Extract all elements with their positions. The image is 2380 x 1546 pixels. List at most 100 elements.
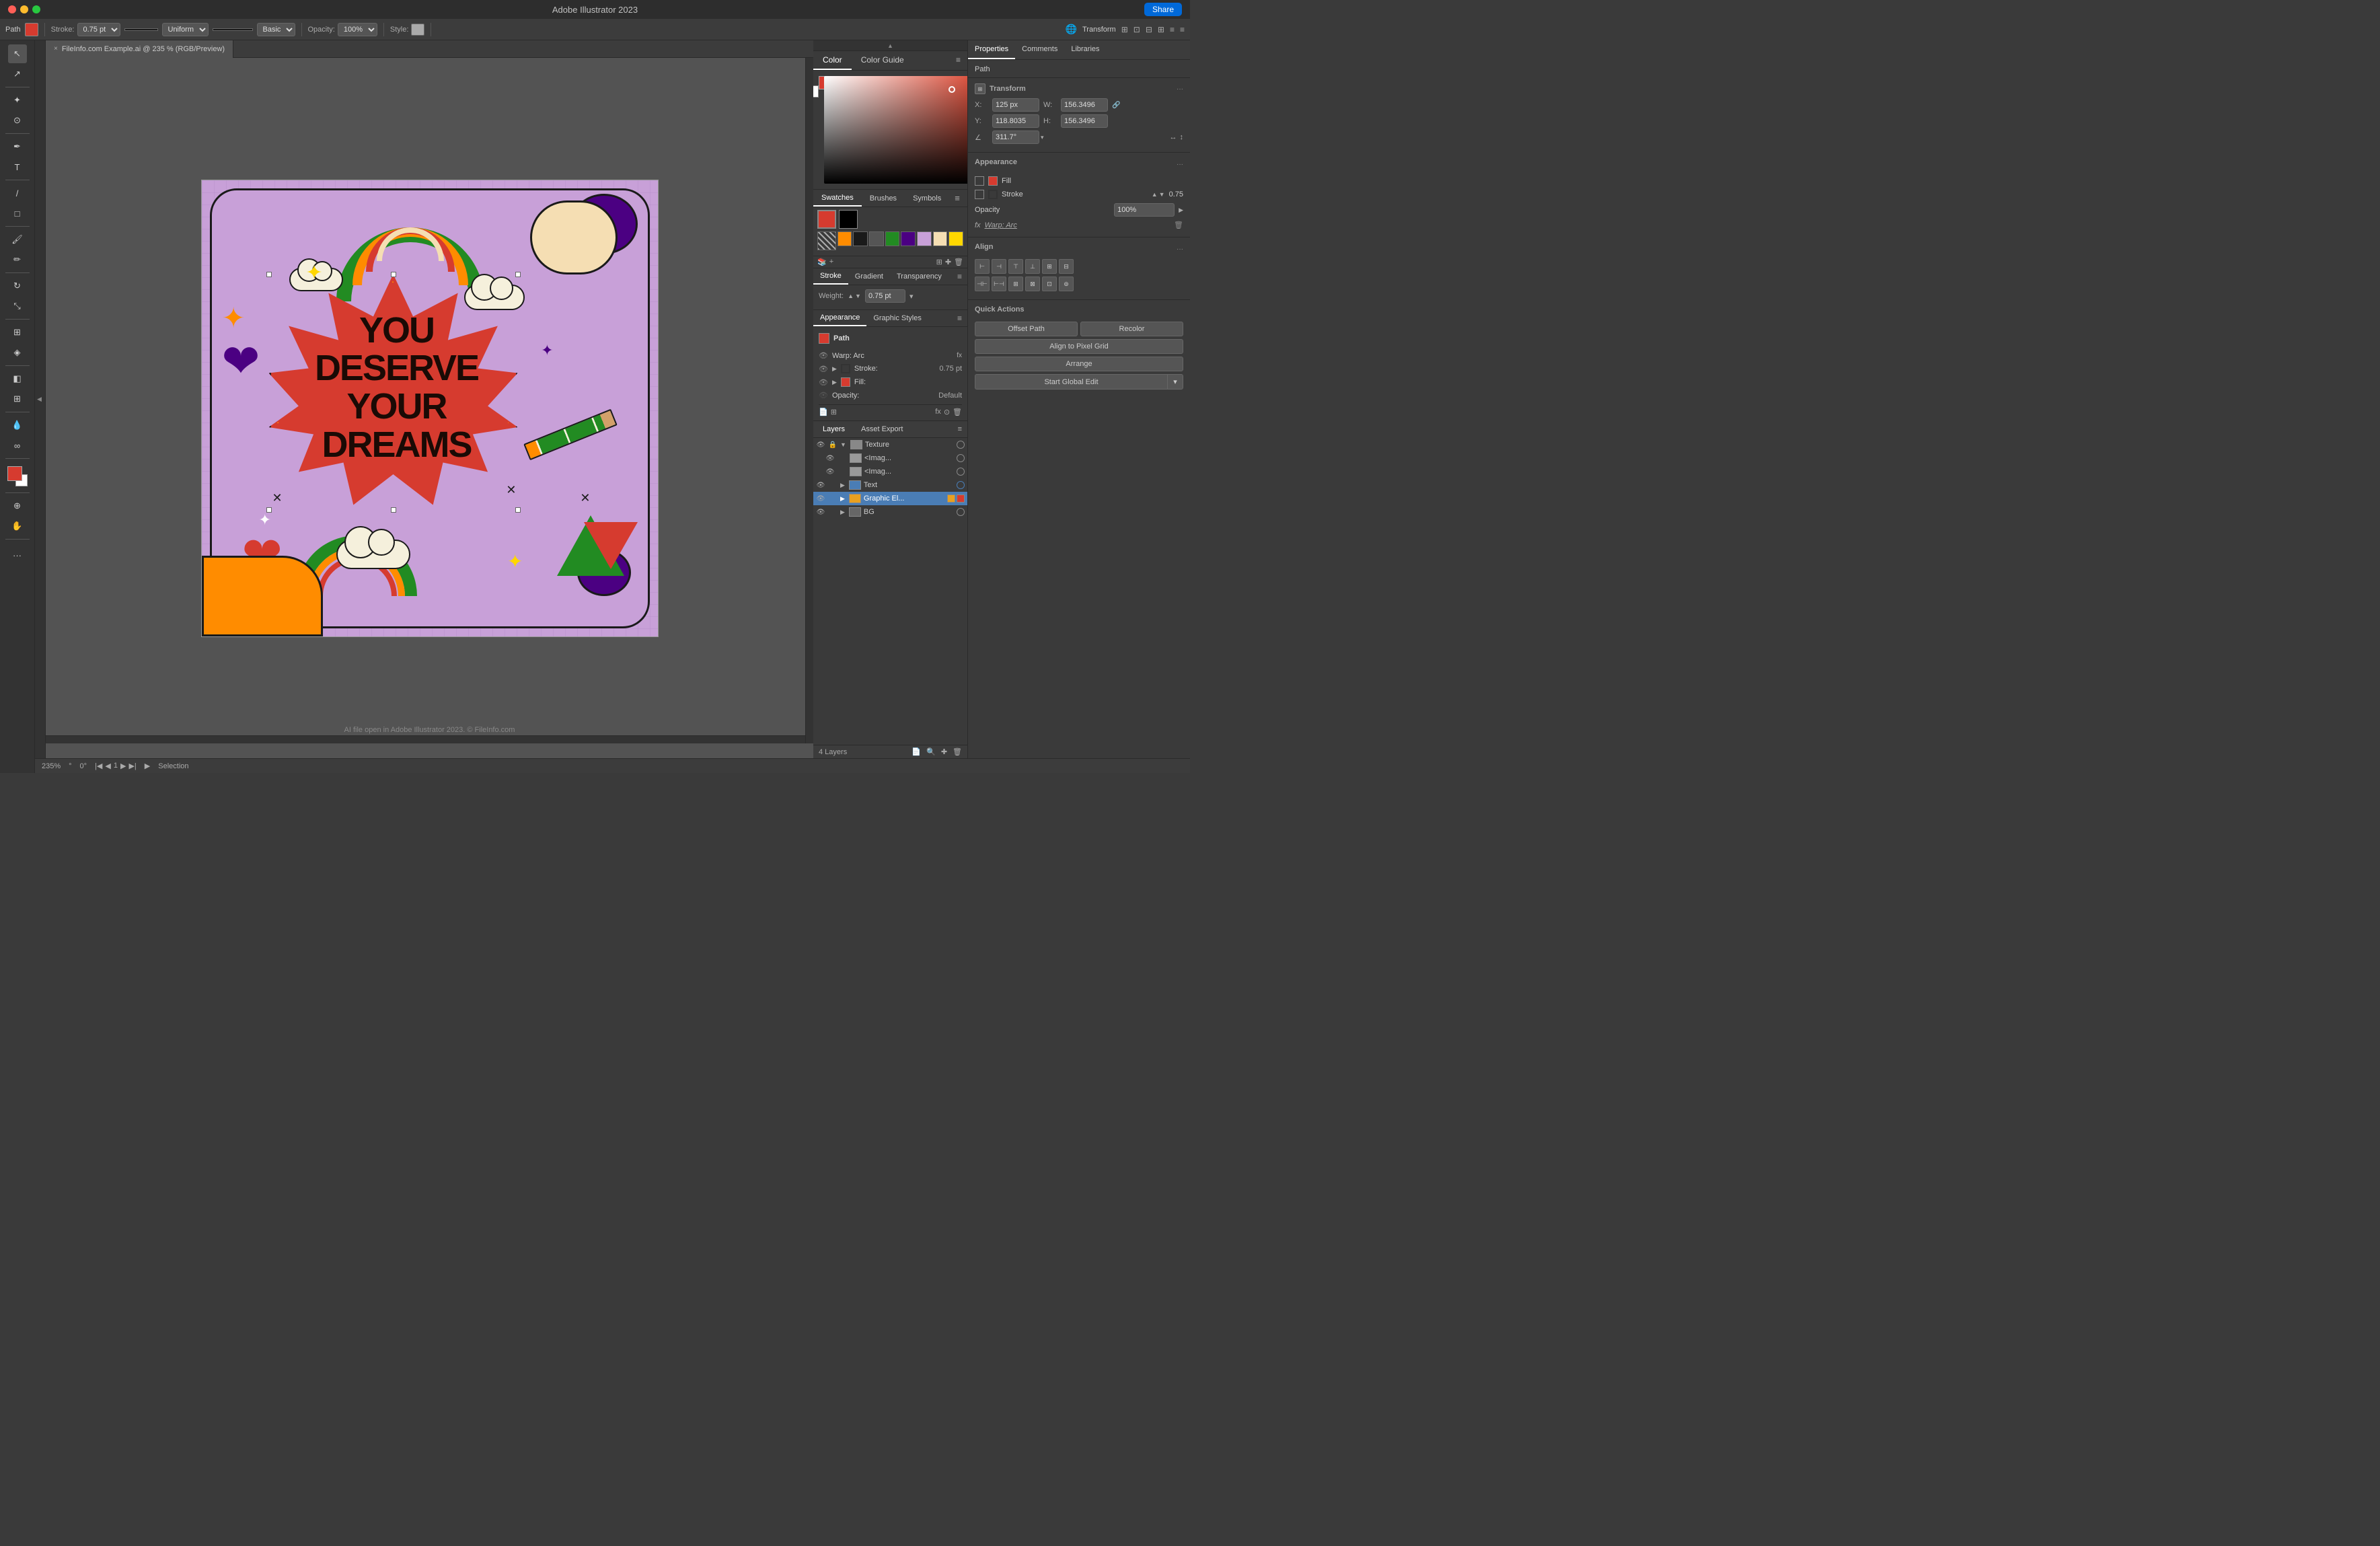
layer-texture[interactable]: 👁 🔒 ▼ Texture (813, 438, 967, 451)
distribute-right[interactable]: ⊞ (1008, 277, 1023, 291)
nav-prev[interactable]: ◀ (105, 762, 110, 770)
layer-bg[interactable]: 👁 🔒 ▶ BG (813, 505, 967, 519)
selection-tool[interactable]: ↖ (8, 44, 27, 63)
stroke-select[interactable]: 0.75 pt (77, 23, 120, 36)
scale-tool[interactable]: ⤡ (8, 297, 27, 316)
align-pixel-grid-button[interactable]: Align to Pixel Grid (975, 339, 1183, 354)
distribute-bottom[interactable]: ⊚ (1059, 277, 1074, 291)
play-button[interactable]: ▶ (145, 762, 150, 770)
align-left[interactable]: ⊢ (975, 259, 990, 274)
eyedropper-tool[interactable]: 💧 (8, 416, 27, 435)
angle-dropdown[interactable]: ▾ (1041, 134, 1044, 141)
distribute-center-h[interactable]: ⊢⊣ (992, 277, 1006, 291)
tab-transparency[interactable]: Transparency (890, 269, 949, 284)
nav-next[interactable]: ▶ (120, 762, 126, 770)
w-input[interactable] (1061, 98, 1108, 112)
swatches-add-icon[interactable]: ✚ (945, 258, 951, 266)
appear-fx-btn[interactable]: fx (935, 408, 941, 416)
appear-opacity-eye[interactable]: 👁 (819, 391, 828, 400)
weight-dropdown[interactable]: ▾ (909, 292, 914, 301)
tab-appearance[interactable]: Appearance (813, 310, 866, 326)
maximize-button[interactable] (32, 5, 40, 13)
tab-close[interactable]: × (54, 45, 58, 52)
close-button[interactable] (8, 5, 16, 13)
warp-delete-icon[interactable]: 🗑 (1174, 221, 1183, 229)
swatches-new-icon[interactable]: + (829, 258, 833, 266)
lasso-tool[interactable]: ⊙ (8, 111, 27, 130)
link-proportional[interactable]: 🔗 (1112, 102, 1120, 109)
arrange-button[interactable]: Arrange (975, 357, 1183, 371)
tab-color-guide[interactable]: Color Guide (852, 51, 914, 70)
texture-vis[interactable]: 👁 (816, 440, 825, 449)
nav-first[interactable]: |◀ (95, 762, 102, 770)
tab-asset-export[interactable]: Asset Export (857, 424, 907, 435)
fg-color-swatch[interactable] (7, 466, 22, 481)
appear-fill-swatch[interactable] (841, 377, 850, 387)
pencil-tool[interactable]: ✏ (8, 250, 27, 269)
minimize-button[interactable] (20, 5, 28, 13)
start-global-edit-button[interactable]: Start Global Edit (975, 374, 1167, 390)
swatch-pattern[interactable] (817, 231, 836, 250)
transform-more[interactable]: ··· (1177, 85, 1183, 93)
props-fill-swatch[interactable] (988, 176, 998, 186)
weight-input[interactable]: 0.75 pt (865, 289, 905, 303)
align-center-h[interactable]: ⊣ (992, 259, 1006, 274)
props-warp-label[interactable]: Warp: Arc (985, 221, 1017, 229)
swatches-menu[interactable]: ≡ (949, 190, 965, 207)
h-input[interactable] (1061, 114, 1108, 128)
globe-icon[interactable]: 🌐 (1066, 24, 1077, 35)
appear-stroke-eye[interactable]: 👁 (819, 365, 828, 373)
swatch-red[interactable] (817, 210, 836, 229)
layers-panel-menu[interactable]: ≡ (958, 425, 962, 433)
stroke-panel-menu[interactable]: ≡ (952, 268, 967, 285)
text-expand[interactable]: ▶ (840, 482, 845, 489)
line-tool[interactable]: / (8, 184, 27, 203)
appear-add-icon[interactable]: 📄 (819, 408, 828, 416)
appear-stroke-label[interactable]: Stroke: (854, 365, 935, 373)
rotate-tool[interactable]: ↻ (8, 277, 27, 295)
tab-color[interactable]: Color (813, 51, 852, 70)
angle-input[interactable] (992, 131, 1039, 144)
transform-icon[interactable]: Transform (1082, 26, 1116, 34)
bg-vis[interactable]: 👁 (816, 507, 825, 517)
layers-search-icon[interactable]: 🔍 (926, 747, 936, 756)
gradient-tool[interactable]: ◧ (8, 369, 27, 388)
zoom-value[interactable]: 235% (42, 762, 61, 770)
style-preview[interactable] (411, 24, 424, 36)
more-tools[interactable]: ··· (8, 546, 27, 564)
zoom-tool[interactable]: ⊕ (8, 496, 27, 515)
distribute-top[interactable]: ⊠ (1025, 277, 1040, 291)
props-stroke-check[interactable] (975, 190, 984, 199)
imag2-vis[interactable]: 👁 (825, 467, 835, 476)
swatch-purple[interactable] (901, 231, 916, 246)
layer-imag1[interactable]: 👁 🔒 <Imag... (823, 451, 967, 465)
pen-tool[interactable]: ✒ (8, 137, 27, 156)
graphic-expand[interactable]: ▶ (840, 495, 845, 503)
texture-expand[interactable]: ▼ (840, 441, 846, 448)
color-bg-swatch[interactable] (813, 85, 819, 98)
tab-properties[interactable]: Properties (968, 40, 1015, 59)
toolbar-icon-1[interactable]: ⊞ (1121, 25, 1128, 34)
align-bottom[interactable]: ⊟ (1059, 259, 1074, 274)
layer-graphic-el[interactable]: 👁 🔒 ▶ Graphic El... (813, 492, 967, 505)
opacity-select[interactable]: 100% (338, 23, 377, 36)
toolbar-fill-color[interactable] (25, 23, 38, 36)
tab-stroke[interactable]: Stroke (813, 268, 848, 285)
stroke-stepper-down[interactable]: ▼ (1159, 191, 1165, 198)
appear-copy-icon[interactable]: ⊙ (944, 408, 950, 416)
flip-v-icon[interactable]: ↕ (1180, 133, 1184, 141)
props-stroke-swatch[interactable] (988, 190, 998, 199)
free-transform-tool[interactable]: ⊞ (8, 323, 27, 342)
weight-up-arrow[interactable]: ▲ (848, 293, 854, 299)
swatch-near-black[interactable] (853, 231, 868, 246)
swatch-green[interactable] (885, 231, 900, 246)
appear-warp-fx[interactable]: fx (957, 352, 962, 359)
x-input[interactable] (992, 98, 1039, 112)
tab-gradient[interactable]: Gradient (848, 269, 890, 284)
toolbar-icon-2[interactable]: ⊡ (1133, 25, 1140, 34)
layers-delete-icon[interactable]: 🗑 (953, 747, 962, 756)
toolbar-icon-6[interactable]: ≡ (1180, 25, 1185, 34)
appear-stroke-expand[interactable]: ▶ (832, 365, 837, 373)
uniform-select[interactable]: Uniform (162, 23, 209, 36)
props-appearance-more[interactable]: ··· (1177, 161, 1183, 168)
